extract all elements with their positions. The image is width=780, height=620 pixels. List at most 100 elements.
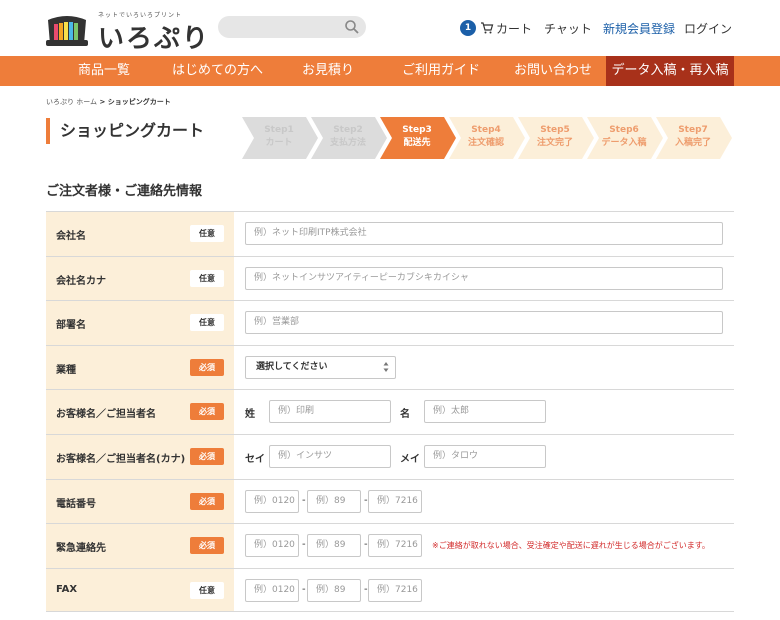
select-arrows-icon	[383, 361, 389, 372]
phone-part2-input[interactable]: 例）89	[307, 489, 361, 513]
step-label: 入稿完了	[674, 138, 711, 148]
phone-dash: -	[302, 494, 306, 506]
first-name-input[interactable]: 例）太郎	[424, 400, 546, 424]
form-row-name-kana: お客様名／ご担当者名(カナ) 必須 セイ 例）インサツ メイ 例）タロウ	[46, 433, 734, 479]
label-cell: 電話番号 必須	[46, 479, 234, 524]
fax-part3-input[interactable]: 例）7216	[368, 578, 422, 602]
nav-item-beginners[interactable]: はじめての方へ	[172, 56, 263, 86]
form-row-industry: 業種 必須 選択してください	[46, 344, 734, 390]
first-name-kana-input[interactable]: 例）タロウ	[424, 444, 546, 468]
industry-select-value: 選択してください	[256, 361, 328, 372]
mei-kana-label: メイ	[400, 453, 420, 465]
step-number: Step4	[471, 125, 501, 135]
form-row-emergency: 緊急連絡先 必須 例）0120 - 例）89 - 例）7216 ※ご連絡が取れな…	[46, 523, 734, 568]
company-kana-input[interactable]: 例）ネットインサツアイティーピーカブシキカイシャ	[245, 266, 723, 290]
step-number: Step6	[609, 125, 639, 135]
field-label: お客様名／ご担当者名	[56, 409, 156, 421]
form-row-department: 部署名 任意 例）営業部	[46, 300, 734, 345]
phone-part3-input[interactable]: 例）7216	[368, 489, 422, 513]
optional-badge: 任意	[190, 581, 224, 599]
chat-link[interactable]: チャット	[544, 20, 592, 37]
label-cell: FAX 任意	[46, 568, 234, 612]
nav-item-guide[interactable]: ご利用ガイド	[402, 56, 480, 86]
form-row-phone: 電話番号 必須 例）0120 - 例）89 - 例）7216	[46, 478, 734, 524]
search-icon[interactable]	[344, 19, 360, 35]
step-label: データ入稿	[601, 138, 647, 148]
phone-dash: -	[302, 583, 306, 595]
step-6: Step6 データ入稿	[587, 117, 663, 159]
sei-kana-label: セイ	[245, 453, 265, 465]
register-link[interactable]: 新規会員登録	[603, 20, 675, 37]
emergency-part1-input[interactable]: 例）0120	[245, 534, 299, 558]
step-4: Step4 注文確認	[449, 117, 525, 159]
nav-item-estimate[interactable]: お見積り	[302, 56, 354, 86]
label-cell: 会社名カナ 任意	[46, 256, 234, 301]
field-label: 会社名	[56, 231, 86, 242]
step-label: カート	[265, 138, 293, 148]
step-7: Step7 入稿完了	[656, 117, 732, 159]
phone-dash: -	[302, 539, 306, 551]
label-cell: 業種 必須	[46, 345, 234, 390]
step-number: Step7	[678, 125, 708, 135]
optional-badge: 任意	[190, 269, 224, 287]
step-label: 配送先	[403, 138, 431, 148]
step-number: Step1	[264, 125, 294, 135]
cart-count-badge: 1	[460, 20, 476, 36]
emergency-part3-input[interactable]: 例）7216	[368, 534, 422, 558]
logo-text: いろぷり	[98, 24, 211, 54]
form-row-company: 会社名 任意 例）ネット印刷ITP株式会社	[46, 211, 734, 256]
cart-icon	[481, 22, 494, 34]
field-label: 緊急連絡先	[56, 543, 106, 555]
emergency-part2-input[interactable]: 例）89	[307, 534, 361, 558]
step-number: Step3	[402, 125, 432, 135]
login-link[interactable]: ログイン	[684, 20, 732, 37]
nav-item-data-upload[interactable]: データ入稿・再入稿	[606, 56, 734, 86]
field-label: お客様名／ご担当者名(カナ)	[56, 453, 186, 465]
step-5: Step5 注文完了	[518, 117, 594, 159]
fax-part1-input[interactable]: 例）0120	[245, 578, 299, 602]
fax-part2-input[interactable]: 例）89	[307, 578, 361, 602]
label-cell: お客様名／ご担当者名(カナ) 必須	[46, 434, 234, 479]
company-name-input[interactable]: 例）ネット印刷ITP株式会社	[245, 222, 723, 245]
breadcrumb-separator: >	[97, 98, 108, 106]
site-logo[interactable]: ネットでいろいろプリント いろぷり	[44, 6, 208, 54]
cart-label: カート	[496, 21, 533, 36]
industry-select[interactable]: 選択してください	[245, 355, 396, 379]
required-badge: 必須	[190, 447, 224, 465]
step-2: Step2 支払方法	[311, 117, 387, 159]
form-row-fax: FAX 任意 例）0120 - 例）89 - 例）7216	[46, 567, 734, 613]
optional-badge: 任意	[190, 314, 224, 332]
step-label: 注文確認	[467, 138, 504, 148]
last-name-input[interactable]: 例）印刷	[269, 400, 391, 424]
label-cell: 緊急連絡先 必須	[46, 524, 234, 568]
form-row-name: お客様名／ご担当者名 必須 姓 例）印刷 名 例）太郎	[46, 389, 734, 434]
label-cell: お客様名／ご担当者名 必須	[46, 390, 234, 434]
label-cell: 部署名 任意	[46, 301, 234, 345]
breadcrumb-home[interactable]: いろぷり ホーム	[46, 98, 97, 106]
label-cell: 会社名 任意	[46, 212, 234, 256]
last-name-kana-input[interactable]: 例）インサツ	[269, 444, 391, 468]
cart-link[interactable]: 1 カート	[460, 18, 532, 38]
nav-item-contact[interactable]: お問い合わせ	[514, 56, 592, 86]
breadcrumb-current: ショッピングカート	[107, 98, 171, 106]
search-input[interactable]	[218, 16, 366, 38]
checkout-steps: Step1 カート Step2 支払方法 Step3 配送先 Step4 注文確認 St…	[242, 117, 737, 159]
phone-part1-input[interactable]: 例）0120	[245, 489, 299, 513]
step-1: Step1 カート	[242, 117, 318, 159]
field-label: 業種	[56, 364, 76, 376]
required-badge: 必須	[190, 537, 224, 555]
form-row-company-kana: 会社名カナ 任意 例）ネットインサツアイティーピーカブシキカイシャ	[46, 255, 734, 301]
mei-label: 名	[400, 409, 410, 421]
field-label: 電話番号	[56, 498, 96, 510]
field-label: FAX	[56, 583, 78, 595]
step-label: 支払方法	[329, 138, 366, 148]
printer-logo-icon	[46, 16, 88, 46]
site-header: ネットでいろいろプリント いろぷり 1 カート チャット 新規会員登録 ログイン	[0, 0, 780, 56]
optional-badge: 任意	[190, 225, 224, 242]
step-number: Step2	[333, 125, 363, 135]
sei-label: 姓	[245, 409, 255, 421]
page-title: ショッピングカート	[46, 118, 204, 144]
department-input[interactable]: 例）営業部	[245, 311, 723, 335]
nav-item-products[interactable]: 商品一覧	[78, 56, 130, 86]
field-label: 部署名	[56, 320, 86, 332]
